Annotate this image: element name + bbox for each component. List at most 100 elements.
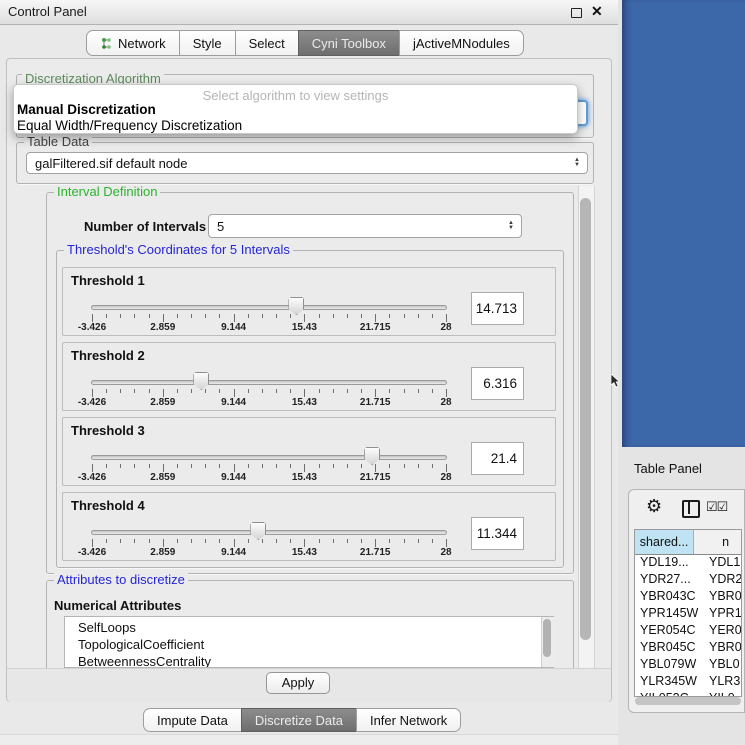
cell-shared-name: YBL079W xyxy=(635,656,703,673)
table-data-title: Table Data xyxy=(24,135,92,149)
table-row[interactable]: YDL19...YDL1 xyxy=(635,554,742,571)
slider-tick-label: -3.426 xyxy=(64,397,120,408)
column-header-shared-name[interactable]: shared... xyxy=(635,530,694,554)
dropdown-item-manual-discretization[interactable]: Manual Discretization xyxy=(17,102,156,117)
slider-tick-label: 28 xyxy=(418,472,474,483)
tab-impute-data[interactable]: Impute Data xyxy=(143,708,242,732)
threshold-value-field[interactable]: 21.4 xyxy=(471,442,524,475)
table-panel-title: Table Panel xyxy=(634,461,702,476)
slider-tick-label: 21.715 xyxy=(347,397,403,408)
slider-thumb[interactable] xyxy=(193,372,209,390)
tab-style[interactable]: Style xyxy=(179,30,236,56)
tab-label: Cyni Toolbox xyxy=(312,36,386,51)
slider-tick-label: 15.43 xyxy=(276,322,332,333)
slider-tick-label: 2.859 xyxy=(135,547,191,558)
close-icon[interactable]: ✕ xyxy=(591,3,603,20)
cell-shared-name: YDR27... xyxy=(635,571,703,588)
cell-name: YBR0 xyxy=(703,639,742,656)
mouse-cursor xyxy=(611,374,621,388)
table-row[interactable]: YDR27...YDR2 xyxy=(635,571,742,588)
settings-scrollbar-thumb[interactable] xyxy=(580,198,591,640)
slider-tick-label: 21.715 xyxy=(347,547,403,558)
cell-name: YIL0 xyxy=(703,690,735,697)
table-row[interactable]: YBR043CYBR0 xyxy=(635,588,742,605)
tab-label: Impute Data xyxy=(157,713,228,728)
gear-icon[interactable]: ⚙ xyxy=(646,496,662,517)
control-panel: Control Panel ✕ Network Style Select Cyni T… xyxy=(0,0,618,745)
table-header-row: shared... n xyxy=(635,530,742,555)
tab-select[interactable]: Select xyxy=(235,30,299,56)
interval-definition-title: Interval Definition xyxy=(54,185,160,199)
slider-track[interactable] xyxy=(91,305,447,310)
threshold-label: Threshold 4 xyxy=(71,498,145,513)
cell-shared-name: YDL19... xyxy=(635,554,703,571)
numerical-attributes-list: SelfLoopsTopologicalCoefficientBetweenne… xyxy=(64,616,554,668)
slider-tick-label: 2.859 xyxy=(135,397,191,408)
numerical-attributes-label: Numerical Attributes xyxy=(54,598,181,613)
tab-network[interactable]: Network xyxy=(86,30,180,56)
number-of-intervals-label: Number of Intervals xyxy=(84,219,206,234)
columns-icon-divider xyxy=(688,500,690,514)
list-item-betweennesscentrality[interactable]: BetweennessCentrality xyxy=(65,653,553,668)
control-panel-titlebar: Control Panel ✕ xyxy=(0,0,618,25)
threshold-value-field[interactable]: 6.316 xyxy=(471,367,524,400)
column-header-name[interactable]: n xyxy=(694,530,742,554)
tab-label: Network xyxy=(118,36,166,51)
slider-track[interactable] xyxy=(91,530,447,535)
slider-tick-label: 28 xyxy=(418,397,474,408)
table-row[interactable]: YPR145WYPR1 xyxy=(635,605,742,622)
slider-track[interactable] xyxy=(91,455,447,460)
columns-icon[interactable] xyxy=(682,500,700,518)
slider-tick-label: 9.144 xyxy=(206,472,262,483)
slider-thumb[interactable] xyxy=(250,522,266,540)
table-row[interactable]: YBL079WYBL0 xyxy=(635,656,742,673)
list-item-topologicalcoefficient[interactable]: TopologicalCoefficient xyxy=(65,636,553,653)
table-row[interactable]: YIL052CYIL0 xyxy=(635,690,742,697)
attributes-list-scrollbar-thumb[interactable] xyxy=(543,619,551,657)
table-row[interactable]: YBR045CYBR0 xyxy=(635,639,742,656)
cell-name: YBL0 xyxy=(703,656,740,673)
tab-label: Style xyxy=(193,36,222,51)
number-of-intervals-select[interactable]: 5 ▲▼ xyxy=(208,214,522,238)
slider-thumb[interactable] xyxy=(288,297,304,315)
float-window-icon[interactable] xyxy=(571,8,582,18)
slider-thumb[interactable] xyxy=(364,447,380,465)
tab-jactivemnodules[interactable]: jActiveMNodules xyxy=(399,30,524,56)
slider-tick-label: 2.859 xyxy=(135,322,191,333)
table-row[interactable]: YER054CYER0 xyxy=(635,622,742,639)
cell-name: YLR3 xyxy=(703,673,740,690)
tab-label: Discretize Data xyxy=(255,713,343,728)
list-item-selfloops[interactable]: SelfLoops xyxy=(65,619,553,636)
combo-stepper-icon: ▲▼ xyxy=(508,221,514,231)
cell-name: YER0 xyxy=(703,622,742,639)
cell-shared-name: YBR045C xyxy=(635,639,703,656)
cell-name: YDL1 xyxy=(703,554,740,571)
tab-discretize-data[interactable]: Discretize Data xyxy=(241,708,357,732)
dropdown-hint: Select algorithm to view settings xyxy=(14,88,577,103)
apply-button[interactable]: Apply xyxy=(266,672,330,694)
checkboxes-icon[interactable]: ☑☑ xyxy=(706,499,727,515)
tab-label: Infer Network xyxy=(370,713,447,728)
dropdown-item-equal-width-frequency-discretization[interactable]: Equal Width/Frequency Discretization xyxy=(17,118,242,133)
table-data-select[interactable]: galFiltered.sif default node ▲▼ xyxy=(26,152,588,174)
tab-label: jActiveMNodules xyxy=(413,36,510,51)
table-row[interactable]: YLR345WYLR3 xyxy=(635,673,742,690)
threshold-label: Threshold 1 xyxy=(71,273,145,288)
cell-name: YDR2 xyxy=(703,571,742,588)
slider-tick-label: -3.426 xyxy=(64,547,120,558)
cell-name: YBR0 xyxy=(703,588,742,605)
cell-name: YPR1 xyxy=(703,605,742,622)
slider-tick-label: 21.715 xyxy=(347,472,403,483)
threshold-value-field[interactable]: 14.713 xyxy=(471,292,524,325)
tab-cyni-toolbox[interactable]: Cyni Toolbox xyxy=(298,30,400,56)
threshold-panel-2: Threshold 2-3.4262.8599.14415.4321.71528… xyxy=(62,342,556,411)
slider-track[interactable] xyxy=(91,380,447,385)
slider-tick-label: -3.426 xyxy=(64,472,120,483)
threshold-value-field[interactable]: 11.344 xyxy=(471,517,524,550)
attributes-group-title: Attributes to discretize xyxy=(54,573,188,587)
tab-infer-network[interactable]: Infer Network xyxy=(356,708,461,732)
threshold-panel-4: Threshold 4-3.4262.8599.14415.4321.71528… xyxy=(62,492,556,561)
table-horizontal-scrollbar[interactable] xyxy=(635,697,741,705)
slider-tick-label: 9.144 xyxy=(206,547,262,558)
slider-tick-label: 15.43 xyxy=(276,547,332,558)
